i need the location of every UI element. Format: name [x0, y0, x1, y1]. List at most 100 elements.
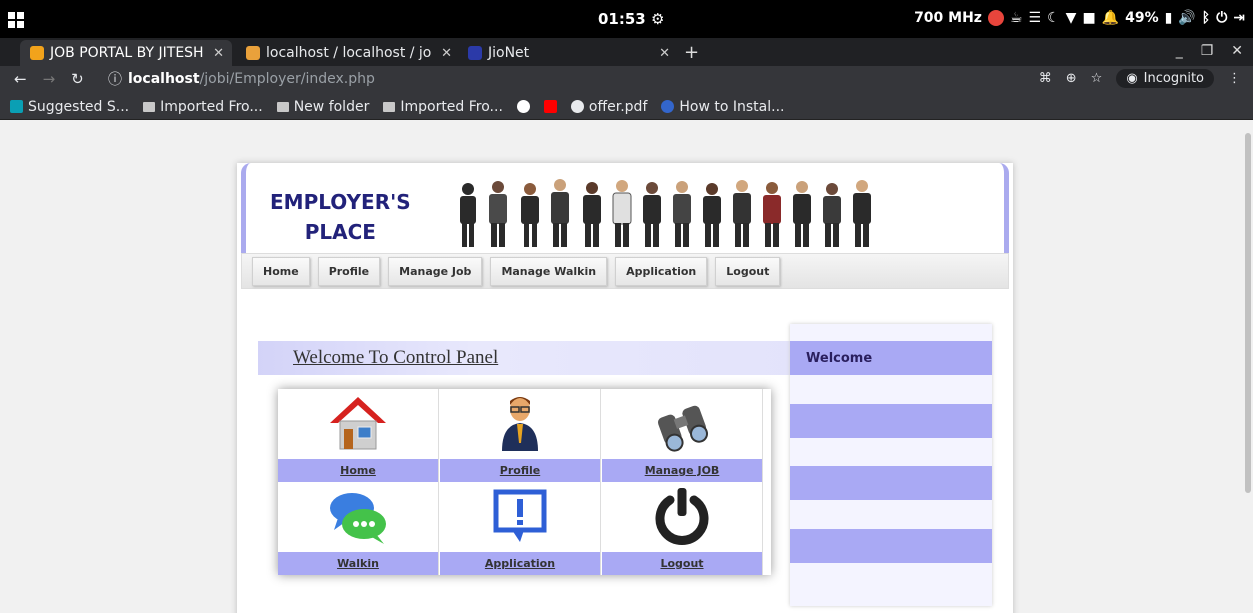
sidebar-row — [790, 404, 992, 438]
menu-logout[interactable]: Logout — [715, 256, 781, 286]
bookmark-suggested[interactable]: Suggested S... — [10, 99, 129, 115]
business-people-banner-image — [460, 179, 871, 247]
app-grid-icon[interactable] — [8, 12, 24, 28]
sidebar-row: Welcome — [790, 341, 992, 375]
menu-home[interactable]: Home — [252, 256, 310, 286]
bookmark-imported-2[interactable]: Imported Fro... — [383, 99, 503, 115]
coffee-icon[interactable]: ☕ — [1010, 10, 1023, 26]
sidebar-welcome-label: Welcome — [806, 351, 873, 366]
menu-manage-job[interactable]: Manage Job — [388, 256, 483, 286]
url-host: localhost — [128, 71, 200, 87]
tile-application[interactable]: Application — [440, 482, 601, 575]
chrome-icon[interactable] — [987, 10, 1004, 26]
url-path: /jobi/Employer/index.php — [199, 71, 375, 87]
restore-icon[interactable]: ❐ — [1201, 43, 1214, 59]
tile-home-link[interactable]: Home — [278, 459, 438, 482]
bluetooth-icon[interactable]: ᛒ — [1202, 10, 1210, 26]
tile-manage-job[interactable]: Manage JOB — [602, 389, 763, 482]
menu-profile[interactable]: Profile — [317, 256, 381, 286]
zoom-icon[interactable]: ⊕ — [1066, 71, 1077, 86]
folder-icon[interactable]: ■ — [1082, 10, 1095, 26]
close-window-icon[interactable]: ✕ — [1231, 43, 1243, 59]
menu-application[interactable]: Application — [615, 256, 708, 286]
wifi-icon[interactable]: ▼ — [1066, 10, 1077, 26]
cpu-frequency: 700 MHz — [914, 10, 982, 26]
site-icon — [661, 100, 675, 113]
folder-icon — [276, 101, 289, 112]
bookmark-youtube[interactable] — [543, 100, 557, 113]
chat-bubbles-icon — [330, 493, 386, 544]
tab-phpmyadmin[interactable]: localhost / localhost / jo ✕ — [236, 40, 456, 66]
sidebar-row — [790, 466, 992, 500]
tab-title: JioNet — [488, 45, 530, 61]
businessman-icon — [502, 397, 538, 451]
reload-icon[interactable]: ↻ — [71, 70, 84, 88]
minimize-icon[interactable]: _ — [1176, 43, 1183, 59]
phpmyadmin-favicon-icon — [246, 46, 260, 60]
menu-icon[interactable]: ☰ — [1029, 10, 1042, 26]
close-tab-icon[interactable]: ✕ — [659, 46, 670, 61]
jionet-favicon-icon — [468, 46, 482, 60]
site-menu-bar: Home Profile Manage Job Manage Walkin Ap… — [241, 253, 1009, 289]
tile-logout[interactable]: Logout — [602, 482, 763, 575]
bookmark-imported-1[interactable]: Imported Fro... — [143, 99, 263, 115]
tile-profile-link[interactable]: Profile — [440, 459, 600, 482]
night-mode-icon[interactable]: ☾ — [1047, 10, 1060, 26]
tile-application-link[interactable]: Application — [440, 552, 600, 575]
tile-manage-job-link[interactable]: Manage JOB — [602, 459, 762, 482]
logout-icon[interactable]: ⇥ — [1233, 10, 1245, 26]
employer-page: EMPLOYER'S PLACE Home Profile Manage Job… — [237, 163, 1013, 613]
control-panel-grid: Home Profile Manage JOB Walkin Applicati… — [278, 389, 771, 575]
binoculars-icon — [657, 405, 709, 452]
tab-job-portal[interactable]: JOB PORTAL BY JITESH ✕ — [20, 40, 232, 66]
folder-icon — [143, 101, 156, 112]
site-banner: EMPLOYER'S PLACE — [241, 163, 1009, 253]
tile-logout-link[interactable]: Logout — [602, 552, 762, 575]
bookmark-star-icon[interactable]: ☆ — [1091, 71, 1103, 86]
battery-icon: ▮ — [1164, 10, 1173, 26]
incognito-badge[interactable]: ◉ Incognito — [1116, 69, 1214, 88]
folder-icon — [383, 101, 396, 112]
bookmark-new-folder[interactable]: New folder — [276, 99, 369, 115]
tab-jionet[interactable]: JioNet ✕ — [458, 40, 678, 66]
settings-gear-icon: ⚙ — [650, 10, 665, 28]
tile-home[interactable]: Home — [278, 389, 439, 482]
incognito-icon: ◉ — [1126, 71, 1138, 86]
incognito-label: Incognito — [1143, 71, 1204, 86]
page-scrollbar[interactable] — [1243, 121, 1253, 613]
close-tab-icon[interactable]: ✕ — [441, 46, 452, 61]
address-bar[interactable]: ⓘ localhost/jobi/Employer/index.php — [108, 68, 448, 90]
menu-manage-walkin[interactable]: Manage Walkin — [490, 256, 608, 286]
sidebar: Welcome — [790, 324, 992, 606]
forward-icon[interactable]: → — [43, 70, 56, 88]
notification-bell-icon[interactable]: 🔔 — [1102, 10, 1119, 26]
scrollbar-thumb[interactable] — [1245, 133, 1251, 493]
close-tab-icon[interactable]: ✕ — [213, 46, 224, 61]
volume-icon[interactable]: 🔊 — [1178, 10, 1195, 26]
power-icon[interactable]: ⏻ — [1216, 10, 1227, 26]
power-icon — [655, 488, 709, 545]
battery-level: 49% — [1125, 10, 1159, 26]
bookmark-how-to-install[interactable]: How to Instal... — [661, 99, 784, 115]
browser-menu-icon[interactable]: ⋮ — [1228, 71, 1241, 86]
job-portal-favicon-icon — [30, 46, 44, 60]
welcome-heading: Welcome To Control Panel — [293, 347, 499, 368]
clock[interactable]: 01:53 ⚙ — [598, 10, 664, 28]
globe-icon — [570, 100, 584, 113]
tile-walkin-link[interactable]: Walkin — [278, 552, 438, 575]
back-icon[interactable]: ← — [14, 70, 27, 88]
os-top-bar: 01:53 ⚙ 700 MHz ☕ ☰ ☾ ▼ ■ 🔔 49% ▮ 🔊 ᛒ ⏻ … — [0, 0, 1253, 38]
sidebar-row — [790, 529, 992, 563]
new-tab-button[interactable]: + — [684, 42, 699, 63]
translate-icon[interactable]: ⌘ — [1039, 71, 1052, 86]
tile-profile[interactable]: Profile — [440, 389, 601, 482]
bing-icon — [10, 100, 23, 113]
bookmark-offer-pdf[interactable]: offer.pdf — [570, 99, 647, 115]
bookmark-google[interactable] — [516, 100, 530, 113]
site-title: EMPLOYER'S PLACE — [270, 190, 411, 244]
browser-toolbar: ← → ↻ ⓘ localhost/jobi/Employer/index.ph… — [0, 66, 1253, 94]
tab-title: JOB PORTAL BY JITESH — [50, 45, 204, 61]
tile-walkin[interactable]: Walkin — [278, 482, 439, 575]
info-icon[interactable]: ⓘ — [108, 69, 122, 89]
system-tray: 700 MHz ☕ ☰ ☾ ▼ ■ 🔔 49% ▮ 🔊 ᛒ ⏻ ⇥ — [914, 10, 1245, 26]
